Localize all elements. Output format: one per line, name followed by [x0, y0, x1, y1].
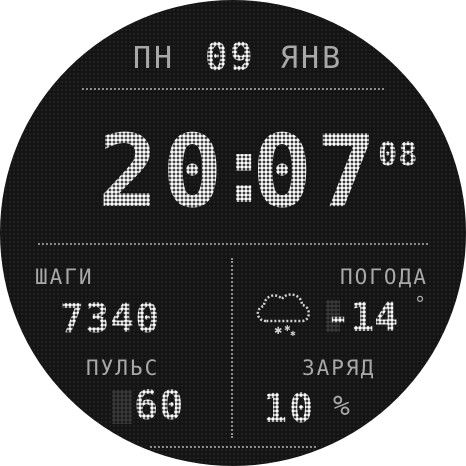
steps-label: ШАГИ [35, 265, 94, 289]
minutes-value: 07 [252, 113, 381, 230]
svg-text:✱: ✱ [290, 330, 296, 337]
watch-face: ПН 09 ЯНВ 20 : 07 08 ШАГИ 7340 ПУЛЬС 60 … [0, 0, 466, 466]
weather-unit: ° [414, 292, 427, 316]
snow-cloud-icon: ✱ ✱ ✱ [256, 293, 310, 337]
pulse-label: ПУЛЬС [86, 356, 160, 380]
month-label: ЯНВ [280, 41, 344, 76]
day-value: 09 [205, 35, 255, 79]
middle-divider [38, 243, 428, 245]
battery-unit: % [333, 389, 350, 422]
center-divider [231, 258, 233, 438]
top-divider [82, 88, 384, 90]
battery-value: 10 [263, 386, 316, 432]
pulse-ghost-digit [112, 390, 132, 424]
seconds-value: 08 [378, 135, 419, 173]
weekday-label: ПН [133, 41, 176, 76]
bottom-divider [150, 446, 316, 448]
weather-value: -14 [326, 295, 399, 341]
weather-label: ПОГОДА [340, 265, 428, 289]
battery-label: ЗАРЯД [302, 356, 376, 380]
pulse-value: 60 [134, 383, 185, 429]
hours-value: 20 [98, 113, 227, 230]
svg-text:✱: ✱ [274, 326, 282, 337]
steps-value: 7340 [60, 296, 161, 342]
